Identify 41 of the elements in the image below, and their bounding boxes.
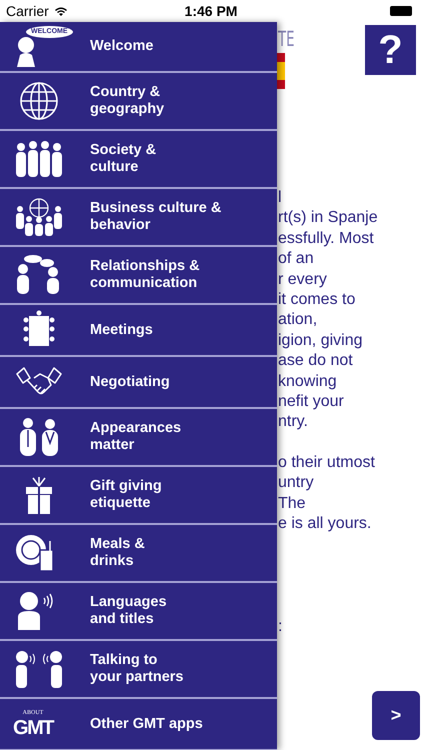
body-text-line: o their utmost [278, 452, 375, 473]
body-text-line: knowing [278, 372, 337, 392]
menu-item[interactable]: Negotiating [0, 357, 277, 409]
menu-item[interactable]: Appearances matter [0, 409, 277, 467]
menu-item[interactable]: Business culture & behavior [0, 189, 277, 247]
help-button[interactable]: ? [365, 25, 416, 75]
clock-time: 1:46 PM [184, 3, 238, 19]
body-text-line: The [278, 494, 306, 514]
menu-item[interactable]: Relationships & communication [0, 247, 277, 305]
body-text-line: essfully. Most [278, 228, 374, 249]
body-text-line: it comes to [278, 290, 356, 310]
carrier-name: Carrier [6, 3, 49, 19]
menu-item[interactable]: Meals & drinks [0, 525, 277, 583]
battery-icon [390, 6, 412, 16]
body-text-line: e is all yours. [278, 514, 372, 534]
globe-crowd-icon [14, 197, 64, 237]
person-icon [17, 36, 35, 66]
body-text-line: ation, [278, 310, 318, 330]
body-text-line: ntry. [278, 412, 308, 432]
body-text-line: ase do not [278, 351, 353, 372]
menu-item[interactable]: Society & culture [0, 131, 277, 189]
menu-item[interactable]: Meetings [0, 305, 277, 357]
menu-item[interactable]: Gift giving etiquette [0, 467, 277, 525]
body-text-line: r every [278, 270, 327, 290]
body-text-line: rt(s) in Spanje [278, 208, 378, 228]
talking-people-icon [14, 649, 64, 689]
body-text-line: igion, giving [278, 330, 362, 351]
logo-text: GMT [13, 716, 53, 738]
crowd-icon [14, 139, 64, 179]
menu-item[interactable]: Country & geography [0, 73, 277, 131]
menu-item[interactable]: Talking to your partners [0, 641, 277, 699]
body-text-line: l [278, 188, 282, 208]
body-text-line: nefit your [278, 392, 344, 412]
menu-item[interactable]: Languages and titles [0, 583, 277, 641]
next-button[interactable]: > [372, 691, 420, 740]
flag-icon [277, 53, 285, 89]
wifi-icon [54, 6, 68, 16]
body-text-line: untry [278, 473, 314, 494]
body-text-line: of an [278, 249, 314, 270]
page-heading: TE [278, 28, 294, 50]
body-text-line: : [278, 616, 282, 636]
